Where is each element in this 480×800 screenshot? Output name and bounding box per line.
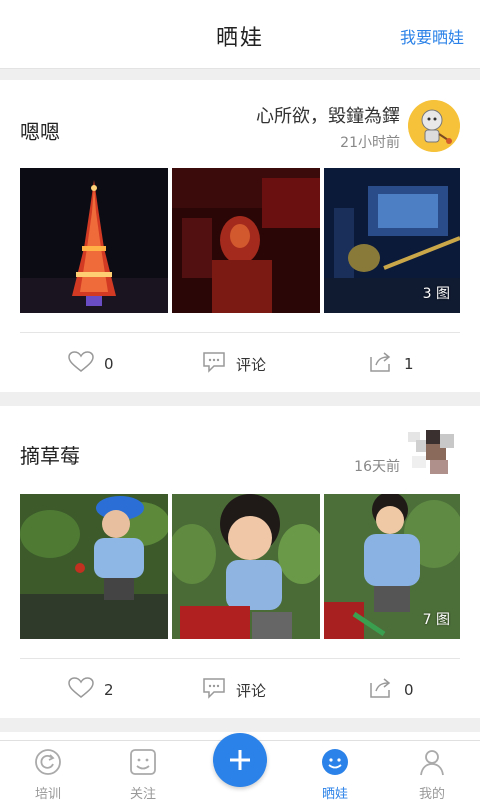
photo-count: 7 图 [422, 612, 450, 628]
user-icon [397, 747, 467, 781]
share-count: 1 [404, 355, 414, 373]
app-root: 晒娃 我要晒娃 嗯嗯 心所欲，毀鐘為鐸 21小时前 3 图 0 评论 1 摘草莓… [0, 0, 480, 800]
tab-follow[interactable]: 关注 [108, 747, 178, 800]
comment-label: 评论 [236, 355, 267, 374]
photo-thumbnail[interactable]: 7 图 [324, 494, 460, 639]
photo-grid: 3 图 [20, 168, 460, 313]
comment-label: 评论 [236, 681, 267, 700]
tab-training[interactable]: 培训 [13, 747, 83, 800]
like-button[interactable]: 0 [68, 346, 114, 382]
post-time: 21小时前 [340, 135, 400, 151]
post-time: 16天前 [354, 459, 400, 475]
top-bar: 晒娃 我要晒娃 [0, 0, 480, 69]
like-count: 2 [104, 681, 114, 699]
like-count: 0 [104, 355, 114, 373]
post-title: 嗯嗯 [20, 120, 60, 144]
post-title: 摘草莓 [20, 444, 80, 468]
share-icon [368, 677, 394, 703]
photo-thumbnail[interactable]: 3 图 [324, 168, 460, 313]
photo-thumbnail[interactable] [20, 494, 168, 639]
avatar[interactable] [408, 100, 460, 152]
post-actions: 2 评论 0 [0, 672, 480, 708]
tab-mine[interactable]: 我的 [397, 747, 467, 800]
smile-face-icon [300, 747, 370, 781]
divider [20, 332, 460, 333]
post-photo-button[interactable]: 我要晒娃 [400, 24, 464, 48]
share-button[interactable]: 1 [368, 346, 414, 382]
refresh-circle-icon [13, 747, 83, 781]
tab-show-baby[interactable]: 晒娃 [300, 747, 370, 800]
comment-button[interactable]: 评论 [202, 346, 266, 382]
comment-icon [202, 351, 226, 377]
photo-grid: 7 图 [20, 494, 460, 639]
comment-button[interactable]: 评论 [202, 672, 266, 708]
post-card[interactable]: 嗯嗯 心所欲，毀鐘為鐸 21小时前 3 图 0 评论 1 [0, 80, 480, 392]
share-count: 0 [404, 681, 414, 699]
user-name[interactable]: 心所欲，毀鐘為鐸 [256, 102, 400, 128]
heart-icon [68, 351, 94, 377]
post-actions: 0 评论 1 [0, 346, 480, 382]
photo-count: 3 图 [422, 286, 450, 302]
divider [20, 658, 460, 659]
tab-label: 培训 [34, 787, 61, 800]
share-icon [368, 351, 394, 377]
tab-label: 我的 [418, 787, 445, 800]
add-post-button[interactable] [213, 733, 267, 787]
tab-label: 晒娃 [321, 787, 348, 800]
cartoon-avatar-icon [408, 100, 460, 152]
avatar[interactable] [408, 426, 460, 478]
share-button[interactable]: 0 [368, 672, 414, 708]
photo-thumbnail[interactable] [172, 168, 320, 313]
photo-thumbnail[interactable] [172, 494, 320, 639]
smile-square-icon [108, 747, 178, 781]
photo-thumbnail[interactable] [20, 168, 168, 313]
post-card[interactable]: 摘草莓 16天前 7 图 2 评论 0 [0, 406, 480, 718]
plus-icon [230, 750, 250, 770]
comment-icon [202, 677, 226, 703]
tab-label: 关注 [129, 787, 156, 800]
bottom-nav: 培训 关注 晒娃 我的 [0, 733, 480, 800]
like-button[interactable]: 2 [68, 672, 114, 708]
heart-icon [68, 677, 94, 703]
blurred-avatar-icon [408, 430, 454, 474]
